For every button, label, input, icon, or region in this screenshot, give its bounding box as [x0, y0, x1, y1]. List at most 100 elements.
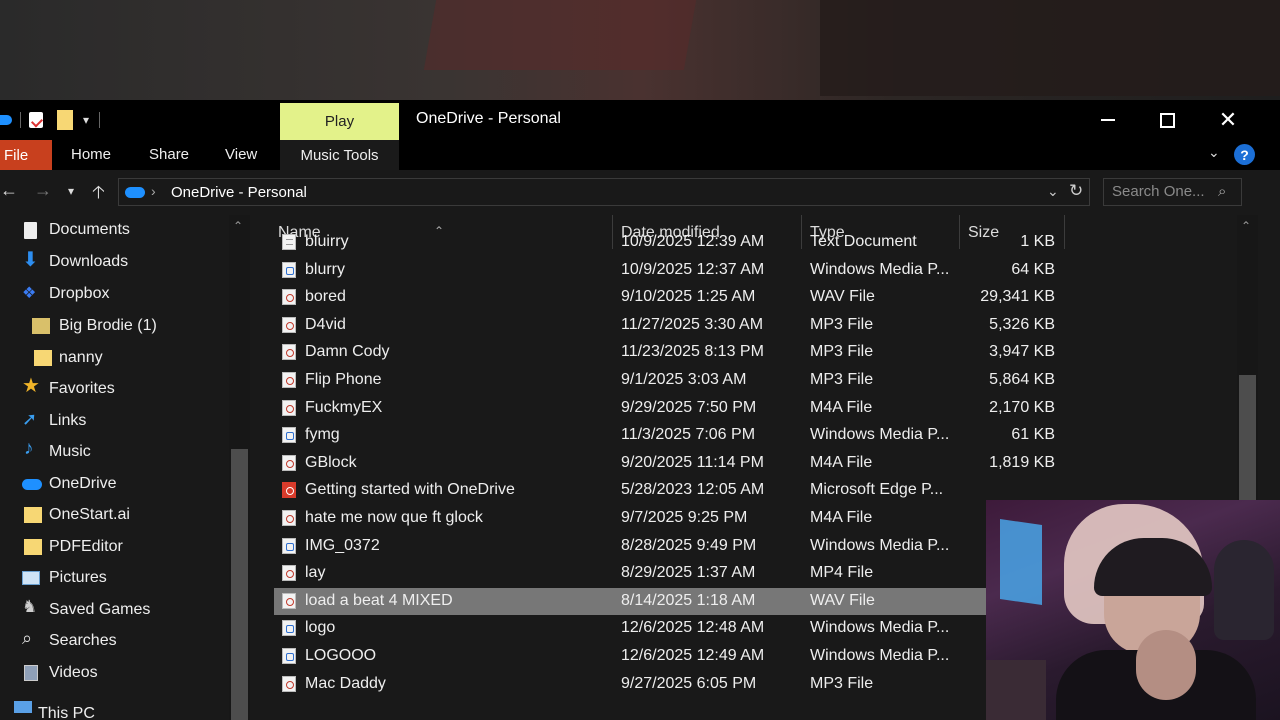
table-row[interactable]: GBlock 9/20/2025 11:14 PM M4A File 1,819 KB — [274, 450, 1055, 477]
table-row[interactable]: LOGOOO 12/6/2025 12:49 AM Windows Media P.… — [274, 643, 992, 670]
search-icon[interactable]: ⌕ — [1218, 183, 1226, 200]
file-size: 2,170 KB — [989, 398, 1055, 416]
forward-arrow-icon[interactable]: → — [34, 180, 52, 201]
file-date: 9/29/2025 7:50 PM — [621, 398, 757, 416]
file-name: logo — [305, 619, 336, 637]
up-arrow-icon[interactable]: 🡡 — [92, 180, 105, 210]
help-button[interactable]: ? — [1234, 144, 1255, 165]
audio-file-icon — [282, 565, 296, 582]
breadcrumb-separator: › — [151, 183, 156, 199]
file-type: WAV File — [810, 591, 875, 609]
sidebar-item-searches[interactable]: ⌕ Searches — [0, 626, 230, 656]
table-row[interactable]: FuckmyEX 9/29/2025 7:50 PM M4A File 2,170 K… — [274, 395, 1055, 422]
file-date: 11/27/2025 3:30 AM — [621, 315, 764, 333]
sidebar-item-saved-games[interactable]: ♞ Saved Games — [0, 595, 230, 625]
sidebar-item-pdfeditor[interactable]: PDFEditor — [0, 532, 230, 562]
sidebar-item-pictures[interactable]: Pictures — [0, 563, 230, 593]
onedrive-icon — [125, 187, 145, 198]
sidebar-item-nanny[interactable]: nanny — [0, 343, 230, 373]
table-row[interactable]: logo 12/6/2025 12:48 AM Windows Media P... — [274, 615, 992, 642]
divider — [99, 112, 101, 128]
file-size: 1 KB — [1020, 233, 1055, 250]
table-row[interactable]: Mac Daddy 9/27/2025 6:05 PM MP3 File — [274, 671, 992, 698]
media-playlist-icon — [282, 620, 296, 637]
tab-music-tools[interactable]: Music Tools — [280, 140, 399, 170]
table-row[interactable]: hate me now que ft glock 9/7/2025 9:25 PM… — [274, 505, 992, 532]
address-dropdown-chevron-icon[interactable]: ⌄ — [1047, 183, 1059, 200]
sidebar-item-links[interactable]: ➚ Links — [0, 406, 230, 436]
webcam-hand — [1136, 630, 1196, 700]
scrollbar-thumb[interactable] — [231, 449, 248, 720]
audio-file-icon — [282, 454, 296, 471]
table-row[interactable]: bored 9/10/2025 1:25 AM WAV File 29,341 KB — [274, 284, 1055, 311]
nav-scrollbar[interactable]: ⌃ — [229, 215, 250, 720]
table-row[interactable]: lay 8/29/2025 1:37 AM MP4 File — [274, 560, 992, 587]
context-tab-play[interactable]: Play — [280, 103, 399, 140]
sidebar-item-dropbox[interactable]: ❖ Dropbox — [0, 279, 230, 309]
onedrive-icon — [0, 115, 12, 125]
sidebar-item-onestart[interactable]: OneStart.ai — [0, 500, 230, 530]
file-size: 1,819 KB — [989, 453, 1055, 471]
column-divider[interactable] — [1064, 215, 1065, 249]
close-icon: ✕ — [1218, 107, 1238, 132]
minimize-button[interactable] — [1088, 106, 1128, 134]
new-folder-icon[interactable] — [57, 110, 73, 130]
file-name: blurry — [305, 260, 346, 278]
onedrive-icon — [22, 479, 42, 490]
sidebar-item-documents[interactable]: Documents — [0, 215, 230, 245]
table-row[interactable]: fymg 11/3/2025 7:06 PM Windows Media P... 6… — [274, 422, 1055, 449]
sidebar-item-this-pc[interactable]: This PC — [0, 691, 230, 720]
sidebar-item-favorites[interactable]: ★ Favorites — [0, 374, 230, 404]
table-row[interactable]: IMG_0372 8/28/2025 9:49 PM Windows Media P… — [274, 533, 992, 560]
window-title: OneDrive - Personal — [416, 110, 561, 127]
videos-icon — [24, 665, 38, 681]
sidebar-item-big-brodie[interactable]: Big Brodie (1) — [0, 311, 230, 341]
address-bar[interactable]: › OneDrive - Personal ⌄ ↻ — [118, 178, 1090, 206]
file-date: 10/9/2025 12:37 AM — [621, 260, 765, 278]
table-row[interactable]: Flip Phone 9/1/2025 3:03 AM MP3 File 5,864 … — [274, 367, 1055, 394]
tab-share[interactable]: Share — [149, 146, 189, 163]
webcam-overlay — [986, 500, 1280, 720]
sidebar-item-music[interactable]: ♪ Music — [0, 437, 230, 467]
file-type: Windows Media P... — [810, 260, 950, 278]
close-button[interactable]: ✕ — [1208, 106, 1248, 134]
table-row[interactable]: Getting started with OneDrive 5/28/2023 1… — [274, 477, 992, 504]
file-name: load a beat 4 MIXED — [305, 591, 453, 609]
table-row[interactable]: Damn Cody 11/23/2025 8:13 PM MP3 File 3,947… — [274, 339, 1055, 366]
file-date: 11/23/2025 8:13 PM — [621, 343, 764, 361]
search-box[interactable]: ⌕ — [1103, 178, 1242, 206]
back-arrow-icon[interactable]: ← — [0, 180, 18, 201]
file-name: Flip Phone — [305, 371, 382, 388]
recent-locations-chevron-icon[interactable]: ▾ — [68, 184, 74, 198]
sidebar-item-downloads[interactable]: ⬇ Downloads — [0, 247, 230, 277]
table-row[interactable]: load a beat 4 MIXED 8/14/2025 1:18 AM WAV … — [274, 587, 992, 615]
tab-file[interactable]: File — [0, 140, 52, 170]
tab-home[interactable]: Home — [71, 146, 111, 163]
breadcrumb[interactable]: OneDrive - Personal — [171, 184, 307, 201]
file-size: 5,864 KB — [989, 371, 1055, 388]
audio-file-icon — [282, 675, 296, 692]
scroll-up-icon[interactable]: ⌃ — [233, 219, 243, 233]
audio-file-icon — [282, 510, 296, 526]
properties-icon[interactable] — [29, 112, 43, 128]
scroll-up-icon[interactable]: ⌃ — [1241, 219, 1251, 233]
audio-file-icon — [282, 344, 296, 361]
maximize-button[interactable] — [1147, 106, 1187, 134]
file-type: Windows Media P... — [810, 647, 950, 664]
customize-toolbar-chevron-icon[interactable]: ▾ — [83, 113, 89, 127]
table-row[interactable]: D4vid 11/27/2025 3:30 AM MP3 File 5,326 KB — [274, 312, 1055, 339]
table-row[interactable]: blurry 10/9/2025 12:37 AM Windows Media P.… — [274, 257, 1055, 284]
table-row[interactable]: bluirry 10/9/2025 12:39 AM Text Document 1 … — [274, 229, 1055, 256]
file-date: 9/7/2025 9:25 PM — [621, 509, 748, 526]
search-input[interactable] — [1112, 183, 1216, 200]
refresh-icon[interactable]: ↻ — [1069, 181, 1083, 201]
sidebar-item-onedrive[interactable]: OneDrive — [0, 469, 230, 499]
expand-ribbon-chevron-icon[interactable]: ⌄ — [1208, 144, 1220, 161]
file-name: lay — [305, 564, 326, 582]
sidebar-item-videos[interactable]: Videos — [0, 658, 230, 688]
search-icon: ⌕ — [22, 628, 33, 648]
pictures-icon — [22, 571, 40, 585]
tab-view[interactable]: View — [225, 146, 257, 163]
minimize-icon — [1101, 119, 1115, 121]
file-date: 9/1/2025 3:03 AM — [621, 371, 747, 388]
